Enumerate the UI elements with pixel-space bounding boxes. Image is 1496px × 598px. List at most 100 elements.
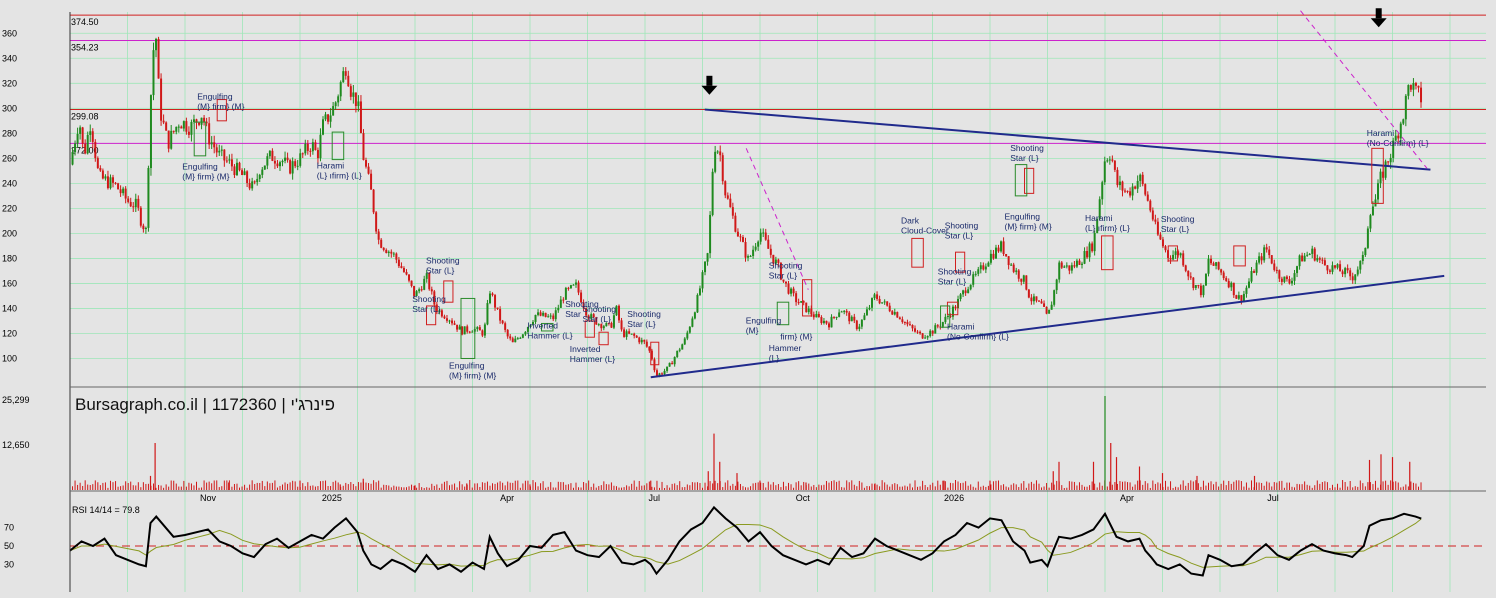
candle-body bbox=[1078, 260, 1081, 265]
candle-body bbox=[860, 319, 863, 327]
candle-body bbox=[71, 152, 74, 165]
candle-body bbox=[337, 96, 340, 103]
pattern-label-line: Harami bbox=[317, 160, 345, 170]
x-tick-label: 2025 bbox=[322, 493, 342, 503]
candle-body bbox=[853, 316, 856, 321]
candle-body bbox=[180, 126, 183, 129]
candle-body bbox=[924, 337, 927, 339]
candle-body bbox=[1194, 285, 1197, 288]
candle-body bbox=[372, 189, 375, 213]
candle-body bbox=[1399, 123, 1402, 139]
candle-body bbox=[1285, 276, 1288, 280]
candle-body bbox=[167, 130, 170, 149]
candle-body bbox=[456, 324, 459, 330]
candle-body bbox=[162, 120, 165, 123]
pattern-label-line: (L} bbox=[769, 353, 780, 363]
candle-body bbox=[876, 294, 879, 299]
candle-body bbox=[807, 308, 810, 313]
candle-body bbox=[855, 320, 858, 330]
candle-body bbox=[883, 301, 886, 303]
candle-body bbox=[117, 183, 120, 190]
candle-body bbox=[233, 166, 236, 176]
candle-body bbox=[1341, 271, 1344, 275]
candle-body bbox=[1037, 300, 1040, 302]
candle-body bbox=[248, 183, 251, 189]
candle-body bbox=[1164, 246, 1167, 251]
candle-body bbox=[486, 303, 489, 325]
candle-body bbox=[643, 339, 646, 342]
candle-body bbox=[822, 320, 825, 324]
pattern-label-line: Shooting bbox=[582, 304, 616, 314]
candle-body bbox=[256, 178, 259, 183]
candle-body bbox=[208, 123, 211, 145]
candle-body bbox=[1149, 200, 1152, 211]
candle-body bbox=[888, 305, 891, 312]
candle-body bbox=[835, 316, 838, 318]
price-tick-label: 360 bbox=[2, 28, 17, 38]
candle-body bbox=[1313, 248, 1316, 261]
candle-body bbox=[597, 324, 600, 326]
candle-body bbox=[1384, 161, 1387, 178]
candle-body bbox=[1063, 266, 1066, 268]
candle-body bbox=[838, 312, 841, 317]
candle-body bbox=[402, 267, 405, 272]
pattern-label-line: Inverted bbox=[570, 344, 601, 354]
candle-body bbox=[969, 284, 972, 290]
pattern-label-line: Shooting bbox=[426, 255, 460, 265]
candle-body bbox=[101, 170, 104, 179]
candle-body bbox=[797, 302, 800, 304]
level-label: 354.23 bbox=[71, 42, 99, 52]
candle-body bbox=[316, 150, 319, 159]
candle-body bbox=[1025, 275, 1028, 290]
candle-body bbox=[633, 333, 636, 336]
candle-body bbox=[86, 134, 89, 154]
candle-body bbox=[906, 322, 909, 325]
candle-body bbox=[1303, 255, 1306, 262]
candle-body bbox=[1113, 160, 1116, 170]
candle-body bbox=[648, 346, 651, 351]
candle-body bbox=[878, 298, 881, 304]
candle-body bbox=[1379, 171, 1382, 184]
volume-tick-label: 25,299 bbox=[2, 395, 30, 405]
candle-body bbox=[704, 261, 707, 273]
candle-body bbox=[284, 157, 287, 161]
candle-body bbox=[1086, 251, 1089, 258]
candle-body bbox=[929, 330, 932, 337]
candle-body bbox=[1199, 285, 1202, 296]
candle-body bbox=[210, 142, 213, 145]
candle-body bbox=[160, 78, 163, 121]
candle-body bbox=[825, 320, 828, 324]
candle-body bbox=[681, 344, 684, 350]
candle-body bbox=[238, 162, 241, 171]
candle-body bbox=[488, 293, 491, 304]
candle-body bbox=[1318, 258, 1321, 260]
candle-body bbox=[916, 331, 919, 333]
candle-body bbox=[1328, 270, 1331, 272]
candle-body bbox=[1247, 281, 1250, 288]
candle-body bbox=[1263, 247, 1266, 261]
candle-body bbox=[767, 239, 770, 249]
candle-body bbox=[1043, 303, 1046, 307]
candle-body bbox=[630, 333, 633, 335]
candle-body bbox=[1402, 119, 1405, 124]
candle-body bbox=[1169, 257, 1172, 260]
candle-body bbox=[736, 231, 739, 237]
pattern-label-line: Harami bbox=[947, 322, 975, 332]
candle-body bbox=[276, 163, 279, 167]
candle-body bbox=[268, 150, 271, 157]
candle-body bbox=[223, 149, 226, 161]
candle-body bbox=[865, 309, 868, 316]
pattern-label-line: Dark bbox=[901, 215, 920, 225]
level-label: 299.08 bbox=[71, 111, 99, 121]
candle-body bbox=[453, 323, 456, 325]
candle-body bbox=[1301, 255, 1304, 262]
candle-body bbox=[886, 301, 889, 306]
candle-body bbox=[471, 331, 474, 333]
candle-body bbox=[1316, 258, 1319, 261]
candle-body bbox=[1377, 183, 1380, 200]
candle-body bbox=[430, 289, 433, 292]
candle-body bbox=[812, 314, 815, 318]
price-tick-label: 240 bbox=[2, 178, 17, 188]
arrow-down-icon bbox=[706, 75, 713, 86]
candle-body bbox=[1151, 210, 1154, 220]
